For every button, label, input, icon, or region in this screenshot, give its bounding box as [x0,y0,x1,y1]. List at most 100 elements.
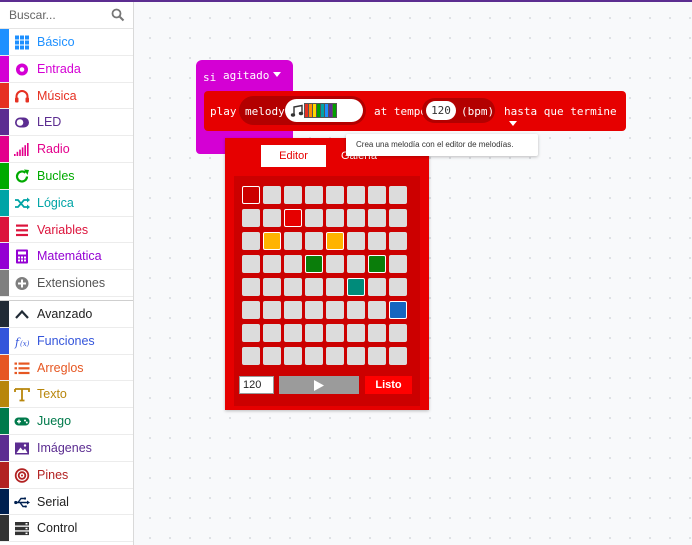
melody-cell[interactable] [284,186,302,204]
melody-cell[interactable] [263,324,281,342]
melody-cell[interactable] [242,255,260,273]
melody-cell[interactable] [326,255,344,273]
melody-cell[interactable] [347,255,365,273]
tab-editor[interactable]: Editor [261,145,326,167]
melody-cell[interactable] [263,347,281,365]
melody-cell[interactable] [242,324,260,342]
melody-cell[interactable] [389,255,407,273]
melody-cell[interactable] [389,278,407,296]
melody-cell[interactable] [347,186,365,204]
melody-cell[interactable] [347,232,365,250]
melody-cell[interactable] [347,209,365,227]
melody-cell[interactable] [326,301,344,319]
melody-note-active[interactable] [242,186,260,204]
melody-cell[interactable] [347,347,365,365]
category-led[interactable]: LED [0,109,133,137]
search-input[interactable] [0,2,114,28]
melody-note-active[interactable] [368,255,386,273]
melody-note-active[interactable] [326,232,344,250]
melody-cell[interactable] [305,232,323,250]
category-imagenes[interactable]: Imágenes [0,434,133,462]
melody-note-active[interactable] [284,209,302,227]
melody-cell[interactable] [284,255,302,273]
search-icon[interactable] [111,8,125,22]
melody-field[interactable]: melody [239,96,366,125]
category-arreglos[interactable]: Arreglos [0,354,133,382]
melody-cell[interactable] [242,278,260,296]
melody-cell[interactable] [263,301,281,319]
category-matematica[interactable]: Matemática [0,243,133,271]
melody-cell[interactable] [368,209,386,227]
melody-note-active[interactable] [389,301,407,319]
melody-cell[interactable] [284,301,302,319]
category-pines[interactable]: Pines [0,461,133,489]
category-avanzado[interactable]: Avanzado [0,300,133,328]
bpm-input[interactable]: 120 [239,376,274,394]
melody-cell[interactable] [326,186,344,204]
category-bucles[interactable]: Bucles [0,162,133,190]
melody-cell[interactable] [305,347,323,365]
melody-cell[interactable] [305,301,323,319]
category-basico[interactable]: Básico [0,29,133,56]
category-label: Lógica [37,195,74,210]
melody-cell[interactable] [305,209,323,227]
melody-cell[interactable] [368,301,386,319]
melody-cell[interactable] [242,209,260,227]
melody-cell[interactable] [242,301,260,319]
melody-cell[interactable] [368,347,386,365]
play-melody-block[interactable]: play melody at tempo 120 (bpm) hasta que… [204,91,626,131]
melody-cell[interactable] [284,232,302,250]
melody-cell[interactable] [263,255,281,273]
melody-cell[interactable] [305,186,323,204]
melody-cell[interactable] [326,324,344,342]
melody-cell[interactable] [242,347,260,365]
melody-cell[interactable] [389,347,407,365]
category-juego[interactable]: Juego [0,408,133,435]
melody-cell[interactable] [305,278,323,296]
category-control[interactable]: Control [0,515,133,543]
melody-cell[interactable] [389,186,407,204]
melody-cell[interactable] [263,278,281,296]
play-preview-button[interactable] [279,376,359,394]
melody-cell[interactable] [284,347,302,365]
gesture-dropdown[interactable]: agitado [218,67,282,84]
category-extensiones[interactable]: Extensiones [0,270,133,297]
melody-cell[interactable] [326,278,344,296]
category-funciones[interactable]: f (x) Funciones [0,327,133,355]
melody-cell[interactable] [284,324,302,342]
melody-cell[interactable] [389,324,407,342]
melody-preview[interactable] [285,99,363,122]
category-serial[interactable]: Serial [0,488,133,516]
melody-cell[interactable] [347,324,365,342]
melody-cell[interactable] [305,324,323,342]
category-color-bar [0,162,9,189]
category-entrada[interactable]: Entrada [0,55,133,83]
category-logica[interactable]: Lógica [0,189,133,217]
melody-cell[interactable] [263,186,281,204]
category-variables[interactable]: Variables [0,216,133,244]
melody-cell[interactable] [326,347,344,365]
melody-cell[interactable] [368,324,386,342]
category-musica[interactable]: Música [0,82,133,110]
melody-cell[interactable] [326,209,344,227]
melody-note-active[interactable] [263,232,281,250]
melody-cell[interactable] [389,232,407,250]
melody-cell[interactable] [368,186,386,204]
melody-cell[interactable] [263,209,281,227]
category-color-bar [0,300,9,327]
melody-cell[interactable] [368,232,386,250]
category-radio[interactable]: Radio [0,136,133,163]
melody-cell[interactable] [347,301,365,319]
melody-note-active[interactable] [305,255,323,273]
melody-note-active[interactable] [347,278,365,296]
melody-cell[interactable] [242,232,260,250]
melody-cell[interactable] [368,278,386,296]
play-label: play [210,105,237,118]
tempo-input[interactable]: 120 [426,101,456,120]
done-button[interactable]: Listo [365,376,412,394]
melody-cell[interactable] [389,209,407,227]
category-texto[interactable]: Texto [0,381,133,409]
play-mode-dropdown[interactable]: hasta que termine [504,105,626,131]
blocks-workspace[interactable]: si agitado play melody at tempo 120 (bpm… [134,2,692,545]
melody-cell[interactable] [284,278,302,296]
